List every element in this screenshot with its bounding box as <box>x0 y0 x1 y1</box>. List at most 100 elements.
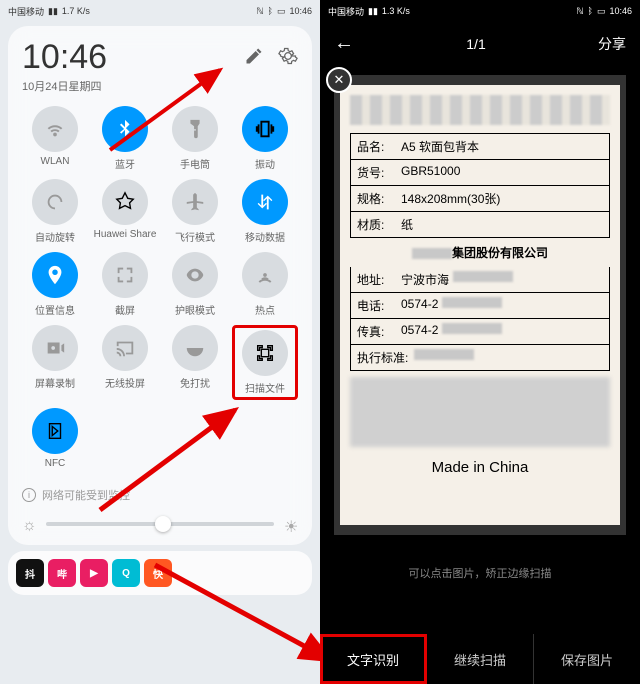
tile-mobiledata: 移动数据 <box>232 179 298 244</box>
bottom-btn-2[interactable]: 保存图片 <box>534 634 640 684</box>
quick-settings-panel: 10:46 10月24日星期四 WLAN 蓝牙 手电筒 振动自动旋转 Huawei Sh… <box>8 26 312 545</box>
eyecare-icon[interactable] <box>172 252 218 298</box>
doc-row: 品名:A5 软面包背本 <box>351 134 609 160</box>
dock-app-4[interactable]: 快 <box>144 559 172 587</box>
doc-header-blur <box>350 95 610 125</box>
bluetooth-icon: ᛒ <box>268 6 273 16</box>
wlan-icon[interactable] <box>32 106 78 152</box>
tile-label: 无线投屏 <box>105 375 145 390</box>
tile-label: NFC <box>45 458 66 469</box>
dnd-icon[interactable] <box>172 325 218 371</box>
tile-label: 热点 <box>255 302 275 317</box>
nfc-icon: ℕ <box>576 6 583 17</box>
tile-autorotate: 自动旋转 <box>22 179 88 244</box>
battery-icon: ▭ <box>277 6 286 17</box>
share-button[interactable]: 分享 <box>598 34 626 54</box>
tile-eyecare: 护眼模式 <box>162 252 228 317</box>
scan-header: ← 1/1 分享 <box>320 22 640 65</box>
airplane-icon[interactable] <box>172 179 218 225</box>
tile-dnd: 免打扰 <box>162 325 228 400</box>
battery-icon: ▭ <box>597 6 606 17</box>
tile-bluetooth: 蓝牙 <box>92 106 158 171</box>
dock-app-3[interactable]: Q <box>112 559 140 587</box>
doc-row: 规格:148x208mm(30张) <box>351 186 609 212</box>
brightness-slider[interactable]: ☼ ☀ <box>22 517 298 531</box>
tile-label: 自动旋转 <box>35 229 75 244</box>
tile-label: 屏幕录制 <box>35 375 75 390</box>
tile-label: 免打扰 <box>180 375 210 390</box>
made-in-label: Made in China <box>350 453 610 482</box>
tile-label: Huawei Share <box>94 229 157 240</box>
screenrec-icon[interactable] <box>32 325 78 371</box>
cast-icon[interactable] <box>102 325 148 371</box>
scanned-document-area[interactable]: ✕ 品名:A5 软面包背本货号:GBR51000规格:148x208mm(30张… <box>334 75 626 535</box>
dock-app-0[interactable]: 抖 <box>16 559 44 587</box>
status-time: 10:46 <box>289 6 312 16</box>
settings-icon[interactable] <box>278 46 298 66</box>
huaweishare-icon[interactable] <box>102 179 148 225</box>
tile-screenrec: 屏幕录制 <box>22 325 88 400</box>
scandoc-icon[interactable] <box>242 330 288 376</box>
info-icon: i <box>22 488 36 502</box>
screenshot-icon[interactable] <box>102 252 148 298</box>
signal-icon: ▮▮ <box>48 6 58 17</box>
quick-settings-grid: WLAN 蓝牙 手电筒 振动自动旋转 Huawei Share 飞行模式 移动数据位置信息截… <box>22 106 298 469</box>
carrier-label: 中国移动 <box>8 5 44 18</box>
back-button[interactable]: ← <box>334 32 354 55</box>
tile-label: 护眼模式 <box>175 302 215 317</box>
signal-icon: ▮▮ <box>368 6 378 17</box>
panel-date: 10月24日星期四 <box>22 78 107 94</box>
mobiledata-icon[interactable] <box>242 179 288 225</box>
nfc-icon[interactable] <box>32 408 78 454</box>
speed-label: 1.7 K/s <box>62 6 90 16</box>
tile-nfc: NFC <box>22 408 88 469</box>
dock: 抖哔▶Q快 <box>8 551 312 595</box>
tile-airplane: 飞行模式 <box>162 179 228 244</box>
tile-label: 蓝牙 <box>115 156 135 171</box>
location-icon[interactable] <box>32 252 78 298</box>
status-bar: 中国移动 ▮▮ 1.3 K/s ℕ ᛒ ▭ 10:46 <box>320 0 640 22</box>
tile-label: 截屏 <box>115 302 135 317</box>
left-phone-notification-panel: 中国移动 ▮▮ 1.7 K/s ℕ ᛒ ▭ 10:46 10:46 10月24日… <box>0 0 320 684</box>
nfc-icon: ℕ <box>256 6 263 17</box>
sun-low-icon: ☼ <box>22 517 36 531</box>
tile-label: 飞行模式 <box>175 229 215 244</box>
panel-time: 10:46 <box>22 40 107 74</box>
doc-company: 集团股份有限公司 <box>350 238 610 267</box>
close-icon[interactable]: ✕ <box>326 67 352 93</box>
right-phone-scanner: 中国移动 ▮▮ 1.3 K/s ℕ ᛒ ▭ 10:46 ← 1/1 分享 ✕ 品… <box>320 0 640 684</box>
tile-label: 手电筒 <box>180 156 210 171</box>
bottom-btn-1[interactable]: 继续扫描 <box>427 634 534 684</box>
page-counter: 1/1 <box>466 36 485 52</box>
autorotate-icon[interactable] <box>32 179 78 225</box>
flashlight-icon[interactable] <box>172 106 218 152</box>
doc-contact-row: 电话:0574-2 <box>351 293 609 319</box>
scanned-document: 品名:A5 软面包背本货号:GBR51000规格:148x208mm(30张)材… <box>340 85 620 525</box>
doc-row: 材质:纸 <box>351 212 609 237</box>
carrier-label: 中国移动 <box>328 5 364 18</box>
tile-label: WLAN <box>41 156 70 167</box>
tile-hotspot: 热点 <box>232 252 298 317</box>
bottom-btn-0[interactable]: 文字识别 <box>320 634 427 684</box>
tile-label: 扫描文件 <box>245 380 285 395</box>
doc-contact-row: 地址:宁波市海 <box>351 267 609 293</box>
tile-location: 位置信息 <box>22 252 88 317</box>
tile-cast: 无线投屏 <box>92 325 158 400</box>
tile-label: 振动 <box>255 156 275 171</box>
vibrate-icon[interactable] <box>242 106 288 152</box>
edit-icon[interactable] <box>244 46 264 66</box>
speed-label: 1.3 K/s <box>382 6 410 16</box>
tile-wlan: WLAN <box>22 106 88 171</box>
tile-screenshot: 截屏 <box>92 252 158 317</box>
network-monitor-notice[interactable]: i 网络可能受到监控 <box>22 487 298 503</box>
tile-huaweishare: Huawei Share <box>92 179 158 244</box>
bluetooth-icon[interactable] <box>102 106 148 152</box>
dock-app-1[interactable]: 哔 <box>48 559 76 587</box>
status-bar: 中国移动 ▮▮ 1.7 K/s ℕ ᛒ ▭ 10:46 <box>0 0 320 22</box>
hotspot-icon[interactable] <box>242 252 288 298</box>
tile-vibrate: 振动 <box>232 106 298 171</box>
qr-blur <box>350 377 610 447</box>
scan-hint: 可以点击图片，矫正边缘扫描 <box>320 565 640 581</box>
doc-contact-row: 传真:0574-2 <box>351 319 609 344</box>
dock-app-2[interactable]: ▶ <box>80 559 108 587</box>
